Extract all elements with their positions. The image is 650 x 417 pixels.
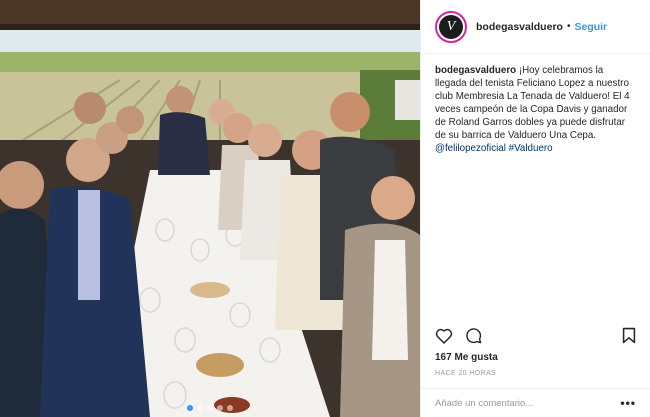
comment-bar: ••• <box>421 388 650 417</box>
comment-input[interactable] <box>435 397 621 409</box>
photo-illustration <box>0 0 420 417</box>
avatar[interactable]: V <box>435 10 467 43</box>
post-header: V bodegasvalduero • Seguir <box>421 0 650 54</box>
post-caption: bodegasvalduero ¡Hoy celebramos la llega… <box>421 54 650 155</box>
likes-count[interactable]: 167 Me gusta <box>435 352 498 363</box>
separator-dot: • <box>566 21 571 32</box>
caption-text: ¡Hoy celebramos la llegada del tenista F… <box>435 65 630 141</box>
post-photo[interactable] <box>0 0 420 417</box>
post-actions-bar <box>435 327 636 349</box>
carousel-dot[interactable] <box>197 405 203 411</box>
post-side-panel: V bodegasvalduero • Seguir bodegasvaldue… <box>420 0 650 417</box>
avatar-logo: V <box>439 14 463 39</box>
carousel-dot[interactable] <box>227 405 233 411</box>
carousel-dot[interactable] <box>207 405 213 411</box>
carousel-indicator <box>0 405 420 411</box>
hashtag-link[interactable]: #Valduero <box>509 143 553 154</box>
follow-button[interactable]: Seguir <box>574 21 607 33</box>
more-options-icon[interactable]: ••• <box>620 396 636 410</box>
mention-link[interactable]: @felilopezoficial <box>435 143 506 154</box>
heart-icon[interactable] <box>435 327 453 349</box>
caption-username-link[interactable]: bodegasvalduero <box>435 65 516 76</box>
comment-icon[interactable] <box>465 327 482 349</box>
bookmark-icon[interactable] <box>622 327 636 349</box>
post-timestamp: HACE 20 HORAS <box>435 370 497 377</box>
carousel-dot[interactable] <box>217 405 223 411</box>
carousel-dot[interactable] <box>187 405 193 411</box>
username-link[interactable]: bodegasvalduero <box>476 21 563 33</box>
